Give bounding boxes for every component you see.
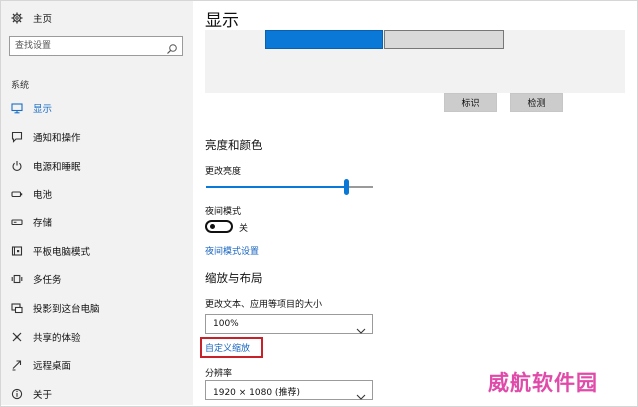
sidebar-item-display[interactable]: 显示 <box>1 98 193 118</box>
brightness-slider-thumb[interactable] <box>343 179 349 195</box>
search-icon[interactable] <box>166 40 178 54</box>
battery-icon <box>10 187 24 201</box>
night-mode-label: 夜间模式 <box>205 207 242 217</box>
sidebar-item-storage[interactable]: 存储 <box>1 212 193 232</box>
monitor-2-tile[interactable] <box>384 30 504 49</box>
sidebar-item-label: 存储 <box>33 218 53 229</box>
resolution-dropdown-value: 1920 × 1080 (推荐) <box>213 388 300 398</box>
sidebar-item-label: 平板电脑模式 <box>33 247 91 258</box>
resolution-dropdown[interactable]: 1920 × 1080 (推荐) <box>205 380 373 400</box>
notification-icon <box>10 130 24 144</box>
power-icon <box>10 159 24 173</box>
chevron-down-icon <box>356 320 366 334</box>
multitask-icon <box>10 272 24 286</box>
sidebar-item-notifications[interactable]: 通知和操作 <box>1 127 193 147</box>
sidebar-item-label: 电源和睡眠 <box>33 162 81 173</box>
custom-scaling-link[interactable]: 自定义缩放 <box>205 341 250 354</box>
page-title: 显示 <box>205 11 239 31</box>
sidebar-item-remote-desktop[interactable]: 远程桌面 <box>1 355 193 375</box>
gear-icon <box>11 12 23 24</box>
scale-heading: 缩放与布局 <box>205 271 263 285</box>
sidebar-item-label: 共享的体验 <box>33 333 81 344</box>
night-mode-state: 关 <box>239 224 249 234</box>
monitor-1-tile[interactable] <box>265 30 383 49</box>
home-link[interactable]: 主页 <box>11 10 52 26</box>
sidebar-item-label: 关于 <box>33 390 53 401</box>
sidebar-item-multitasking[interactable]: 多任务 <box>1 269 193 289</box>
toggle-knob <box>210 224 215 229</box>
brightness-heading: 亮度和颜色 <box>205 138 263 152</box>
chevron-down-icon <box>356 386 366 400</box>
scale-dropdown-value: 100% <box>213 319 239 329</box>
sidebar-item-label: 投影到这台电脑 <box>33 304 100 315</box>
sidebar-item-label: 远程桌面 <box>33 361 72 372</box>
sidebar: 主页 系统 显示 通知和操作 电源和睡眠 电池 存储 <box>1 1 193 405</box>
resolution-label: 分辨率 <box>205 369 233 379</box>
project-icon <box>10 301 24 315</box>
sidebar-item-project[interactable]: 投影到这台电脑 <box>1 298 193 318</box>
watermark-text: 威航软件园 <box>488 371 598 395</box>
sidebar-item-label: 显示 <box>33 104 53 115</box>
sidebar-item-power[interactable]: 电源和睡眠 <box>1 156 193 176</box>
tablet-icon <box>10 244 24 258</box>
brightness-label: 更改亮度 <box>205 167 242 177</box>
brightness-slider-fill <box>206 186 347 188</box>
storage-icon <box>10 215 24 229</box>
remote-desktop-icon <box>10 358 24 372</box>
sidebar-item-label: 通知和操作 <box>33 133 81 144</box>
scale-label: 更改文本、应用等项目的大小 <box>205 300 323 310</box>
sidebar-item-shared-experiences[interactable]: 共享的体验 <box>1 327 193 347</box>
sidebar-item-tablet-mode[interactable]: 平板电脑模式 <box>1 241 193 261</box>
sidebar-item-label: 电池 <box>33 190 53 201</box>
night-mode-settings-link[interactable]: 夜间模式设置 <box>205 244 259 257</box>
sidebar-item-about[interactable]: 关于 <box>1 384 193 404</box>
scale-dropdown[interactable]: 100% <box>205 314 373 334</box>
home-label: 主页 <box>33 14 53 25</box>
sidebar-item-battery[interactable]: 电池 <box>1 184 193 204</box>
detect-button[interactable]: 检测 <box>510 93 563 112</box>
search-input[interactable] <box>15 39 155 53</box>
section-label-system: 系统 <box>11 81 30 91</box>
night-mode-toggle[interactable] <box>205 220 233 233</box>
monitor-icon <box>10 101 24 115</box>
sidebar-item-label: 多任务 <box>33 275 62 286</box>
identify-button[interactable]: 标识 <box>444 93 497 112</box>
shared-icon <box>10 330 24 344</box>
search-box[interactable] <box>9 36 183 56</box>
info-icon <box>10 387 24 401</box>
